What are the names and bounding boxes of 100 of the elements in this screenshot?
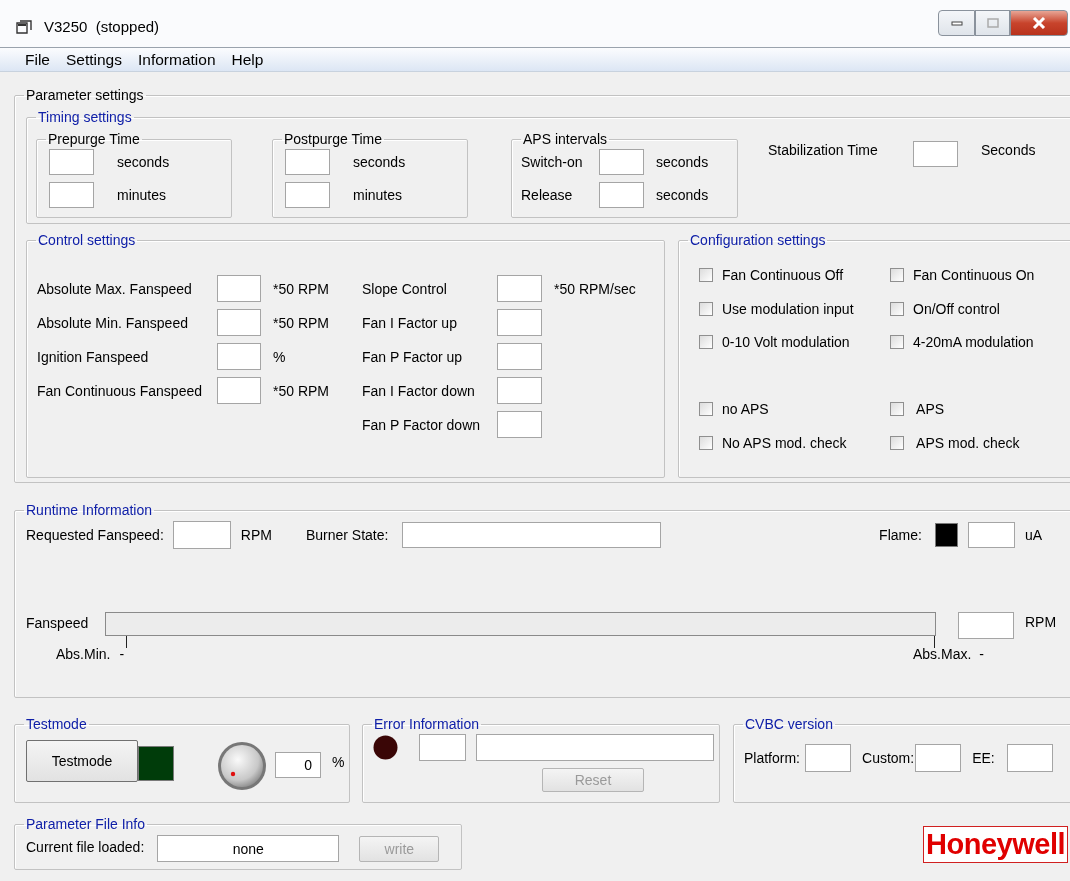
group-title: Configuration settings bbox=[689, 232, 827, 248]
text-field[interactable] bbox=[599, 149, 644, 175]
text-field[interactable] bbox=[285, 149, 330, 175]
menu-item[interactable]: Help bbox=[223, 50, 272, 69]
tick-mark bbox=[126, 636, 127, 648]
field-label: Fanspeed bbox=[26, 615, 90, 631]
text-field[interactable] bbox=[402, 522, 662, 548]
checkbox[interactable]: Fan Continuous On bbox=[890, 265, 1070, 285]
group-title: CVBC version bbox=[744, 716, 834, 732]
unit-label: Seconds bbox=[981, 142, 1036, 158]
text-field[interactable] bbox=[419, 734, 466, 761]
text-field[interactable] bbox=[217, 377, 261, 404]
checkbox[interactable]: no APS bbox=[699, 399, 890, 419]
text-field[interactable] bbox=[958, 612, 1014, 639]
scale-value: - bbox=[979, 646, 984, 662]
field-label: Custom: bbox=[862, 750, 915, 766]
unit-label: minutes bbox=[117, 187, 168, 203]
checkbox[interactable]: 0-10 Volt modulation bbox=[699, 332, 890, 352]
text-field[interactable] bbox=[915, 744, 962, 772]
text-field[interactable] bbox=[599, 182, 644, 208]
text-field[interactable] bbox=[913, 141, 958, 167]
checkbox[interactable]: APS bbox=[890, 399, 1070, 419]
unit-label: *50 RPM/sec bbox=[554, 280, 636, 297]
minimize-button[interactable] bbox=[938, 10, 975, 36]
field-label: Fan P Factor down bbox=[362, 416, 482, 433]
menu-item[interactable]: Settings bbox=[58, 50, 130, 69]
minimize-icon bbox=[950, 20, 963, 26]
group-title: Prepurge Time bbox=[47, 131, 141, 147]
close-icon bbox=[1032, 17, 1046, 29]
text-field[interactable] bbox=[497, 275, 542, 302]
unit-label: seconds bbox=[656, 187, 709, 203]
maximize-button[interactable] bbox=[975, 10, 1010, 36]
text-field[interactable] bbox=[967, 522, 1015, 548]
text-field[interactable]: 0 bbox=[275, 752, 321, 778]
window-title: V3250 (stopped) bbox=[44, 18, 160, 35]
tick-mark bbox=[934, 636, 935, 648]
menu-item[interactable]: Information bbox=[130, 50, 224, 69]
field-label: Platform: bbox=[744, 750, 800, 766]
testmode-button[interactable]: Testmode bbox=[26, 740, 138, 782]
text-field[interactable] bbox=[497, 309, 542, 336]
field-label: EE: bbox=[972, 750, 995, 766]
text-field[interactable] bbox=[1006, 744, 1053, 772]
knob[interactable] bbox=[217, 741, 267, 791]
checkbox[interactable]: Use modulation input bbox=[699, 298, 890, 319]
field-label: Burner State: bbox=[305, 527, 389, 543]
field-label: Ignition Fanspeed bbox=[37, 348, 150, 365]
logo: Honeywell bbox=[923, 826, 1068, 863]
field-label: Fan P Factor up bbox=[362, 348, 464, 365]
scale-label: Abs.Max. bbox=[912, 646, 972, 662]
scale-label: Abs.Min. bbox=[56, 646, 111, 662]
text-field[interactable] bbox=[285, 182, 330, 208]
menu-item[interactable]: File bbox=[17, 50, 58, 69]
field-label: Slope Control bbox=[362, 280, 448, 297]
field-label: Fan I Factor down bbox=[362, 382, 476, 399]
field-label: Fan I Factor up bbox=[362, 314, 458, 331]
field-label: Release bbox=[521, 187, 574, 203]
text-field[interactable] bbox=[217, 309, 261, 336]
close-button[interactable] bbox=[1010, 10, 1068, 36]
field-label: Absolute Min. Fanspeed bbox=[37, 314, 189, 331]
text-field[interactable] bbox=[172, 521, 231, 549]
group-title: Control settings bbox=[37, 232, 137, 248]
window-icon bbox=[16, 19, 32, 34]
group-title: Error Information bbox=[373, 716, 481, 732]
text-field[interactable] bbox=[497, 411, 542, 438]
checkbox[interactable]: APS mod. check bbox=[890, 432, 1070, 453]
checkbox[interactable]: No APS mod. check bbox=[699, 432, 890, 453]
checkbox[interactable]: 4-20mA modulation bbox=[890, 332, 1070, 352]
unit-label: RPM bbox=[240, 527, 272, 543]
checkbox[interactable]: On/Off control bbox=[890, 298, 1070, 319]
maximize-icon bbox=[986, 18, 999, 28]
text-field[interactable] bbox=[805, 744, 851, 772]
text-field[interactable] bbox=[476, 734, 714, 761]
field-label: Requested Fanspeed: bbox=[26, 527, 164, 543]
group-title: Parameter File Info bbox=[25, 816, 147, 832]
unit-label: *50 RPM bbox=[273, 280, 331, 297]
unit-label: *50 RPM bbox=[273, 382, 331, 399]
group-title: APS intervals bbox=[522, 131, 609, 147]
unit-label: seconds bbox=[117, 154, 170, 170]
text-field[interactable] bbox=[49, 149, 94, 175]
group-title: Timing settings bbox=[37, 109, 133, 125]
text-field[interactable] bbox=[217, 343, 261, 370]
scale-value: - bbox=[119, 646, 125, 662]
text-field[interactable] bbox=[217, 275, 261, 302]
checkbox[interactable]: Fan Continuous Off bbox=[699, 265, 890, 285]
unit-label: seconds bbox=[353, 154, 406, 170]
text-field[interactable] bbox=[497, 343, 542, 370]
text-field[interactable] bbox=[49, 182, 94, 208]
unit-label: seconds bbox=[656, 154, 709, 170]
field-label: Absolute Max. Fanspeed bbox=[37, 280, 193, 297]
group-title: Testmode bbox=[25, 716, 88, 732]
unit-label: % bbox=[332, 754, 345, 770]
field-label: Flame: bbox=[879, 527, 922, 543]
group-title: Parameter settings bbox=[25, 87, 145, 103]
field-label: Stabilization Time bbox=[768, 142, 879, 158]
field-label: Current file loaded: bbox=[26, 839, 145, 855]
text-field[interactable] bbox=[497, 377, 542, 404]
text-field[interactable]: none bbox=[157, 835, 340, 862]
unit-label: RPM bbox=[1025, 614, 1057, 630]
group-title: Postpurge Time bbox=[283, 131, 384, 147]
group-title: Runtime Information bbox=[25, 502, 154, 518]
